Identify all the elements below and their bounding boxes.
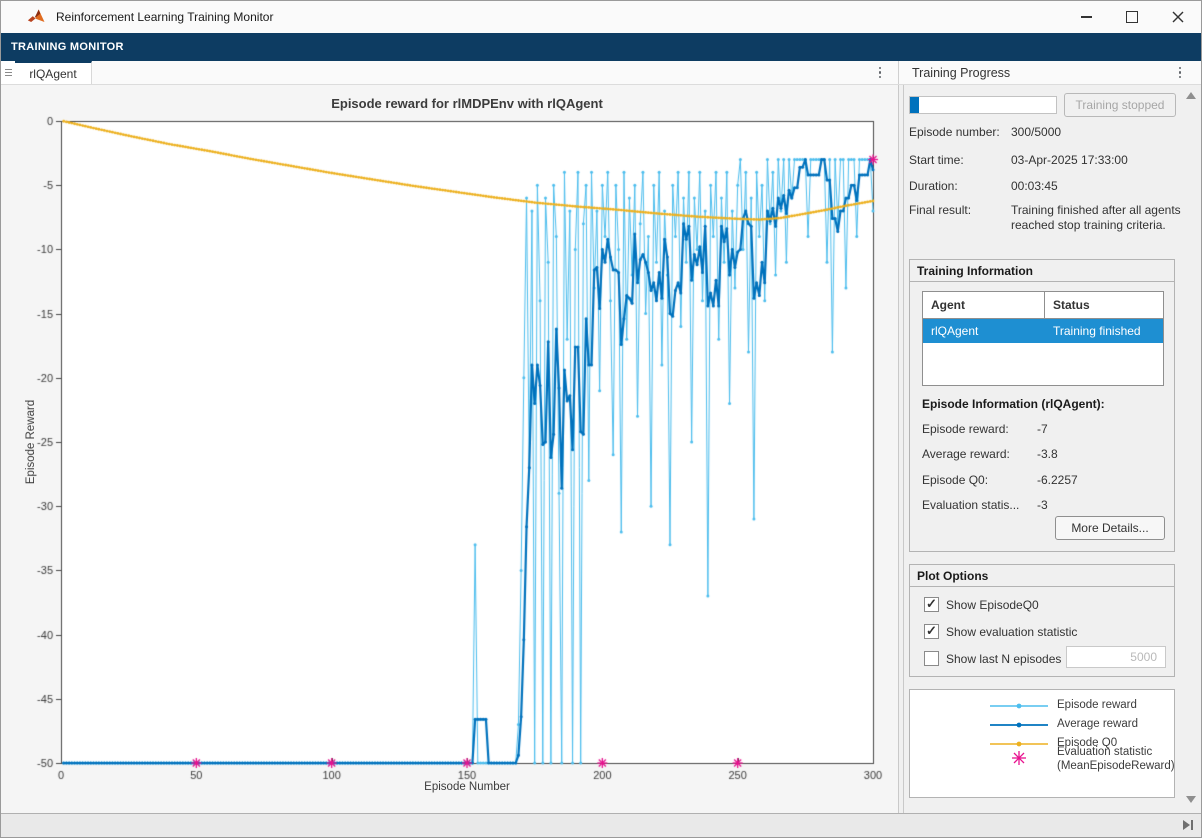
training-stopped-button[interactable]: Training stopped [1064, 93, 1176, 117]
agent-cell: rlQAgent [923, 319, 1045, 343]
training-progress-bar-fill [910, 97, 919, 113]
scroll-down-icon[interactable] [1186, 796, 1196, 803]
training-plot-canvas [1, 85, 898, 813]
average-reward-line-icon [990, 719, 1048, 731]
start-time-label: Start time: [909, 153, 964, 167]
final-result-value: Training finished after all agents reach… [1011, 203, 1189, 233]
more-details-button[interactable]: More Details... [1055, 516, 1165, 540]
maximize-icon [1126, 11, 1138, 23]
evaluation-statistic-asterisk-icon [1011, 750, 1027, 766]
episode-reward-value: -7 [1037, 422, 1048, 436]
evaluation-statistic-label: Evaluation statis... [922, 498, 1019, 512]
legend-label-evaluation-statistic-2: (MeanEpisodeReward) [1057, 760, 1175, 772]
panel-actions-icon[interactable] [1171, 61, 1189, 84]
status-bar [1, 813, 1201, 837]
plot-options-header: Plot Options [910, 565, 1174, 587]
duration-value: 00:03:45 [1011, 179, 1058, 193]
checkbox-show-evaluation-statistic[interactable] [924, 624, 939, 639]
episode-q0-line-icon [990, 738, 1048, 750]
evaluation-statistic-value: -3 [1037, 498, 1048, 512]
maximize-button[interactable] [1109, 1, 1155, 33]
x-axis-label: Episode Number [61, 781, 873, 793]
ribbon-tab-training-monitor[interactable]: TRAINING MONITOR [11, 41, 124, 53]
window-title: Reinforcement Learning Training Monitor [56, 10, 273, 24]
show-evaluation-statistic-label: Show evaluation statistic [946, 625, 1077, 639]
agent-status-table: Agent Status rlQAgent Training finished [922, 291, 1164, 386]
column-header-agent[interactable]: Agent [923, 292, 1045, 318]
training-progress-bar [909, 96, 1057, 114]
table-row[interactable]: rlQAgent Training finished [923, 319, 1163, 343]
show-last-n-episodes-label: Show last N episodes [946, 652, 1061, 666]
legend-entry-average-reward: Average reward [910, 717, 1174, 733]
show-episodeq0-label: Show EpisodeQ0 [946, 598, 1039, 612]
expand-panel-icon[interactable] [1181, 818, 1195, 832]
legend-box: Episode reward Average reward Episode Q0… [909, 689, 1175, 798]
show-last-n-episodes-option[interactable]: Show last N episodes [924, 651, 1061, 666]
status-cell: Training finished [1045, 319, 1163, 343]
episode-number-label: Episode number: [909, 125, 1000, 139]
checkbox-show-episodeq0[interactable] [924, 597, 939, 612]
title-bar: Reinforcement Learning Training Monitor [1, 1, 1201, 33]
training-information-header: Training Information [910, 260, 1174, 282]
episode-q0-label: Episode Q0: [922, 473, 988, 487]
training-progress-header-label: Training Progress [912, 66, 1010, 80]
minimize-button[interactable] [1063, 1, 1109, 33]
table-header-row: Agent Status [923, 292, 1163, 319]
tab-rlqagent[interactable]: rlQAgent [15, 61, 92, 84]
average-reward-label: Average reward: [922, 447, 1010, 461]
episode-reward-line-icon [990, 700, 1048, 712]
training-progress-panel: Training stopped Episode number: 300/500… [904, 85, 1201, 813]
checkbox-show-last-n-episodes[interactable] [924, 651, 939, 666]
close-icon [1172, 11, 1184, 23]
final-result-label: Final result: [909, 203, 971, 217]
start-time-value: 03-Apr-2025 17:33:00 [1011, 153, 1128, 167]
document-actions-icon[interactable] [871, 61, 889, 84]
figure-area: Episode reward for rlMDPEnv with rlQAgen… [1, 85, 898, 813]
show-episodeq0-option[interactable]: Show EpisodeQ0 [924, 597, 1039, 612]
tab-rlqagent-label: rlQAgent [29, 67, 76, 81]
column-header-status[interactable]: Status [1045, 292, 1163, 318]
n-episodes-input[interactable] [1066, 646, 1166, 668]
duration-label: Duration: [909, 179, 958, 193]
show-evaluation-statistic-option[interactable]: Show evaluation statistic [924, 624, 1077, 639]
episode-number-value: 300/5000 [1011, 125, 1061, 139]
episode-information-header: Episode Information (rlQAgent): [922, 397, 1105, 411]
scroll-up-icon[interactable] [1186, 92, 1196, 99]
window-controls [1063, 1, 1201, 33]
matlab-logo-icon [27, 8, 47, 26]
close-button[interactable] [1155, 1, 1201, 33]
y-axis-label: Episode Reward [25, 400, 37, 484]
legend-label-episode-reward: Episode reward [1057, 699, 1137, 711]
legend-label-average-reward: Average reward [1057, 718, 1138, 730]
app-window: Reinforcement Learning Training Monitor … [0, 0, 1202, 838]
episode-q0-value: -6.2257 [1037, 473, 1078, 487]
training-progress-header: Training Progress [899, 61, 1201, 84]
tab-strip: rlQAgent Training Progress [1, 61, 1201, 85]
tab-list-button[interactable] [1, 61, 16, 84]
episode-reward-label: Episode reward: [922, 422, 1009, 436]
average-reward-value: -3.8 [1037, 447, 1058, 461]
legend-label-evaluation-statistic: Evaluation statistic [1057, 746, 1152, 758]
minimize-icon [1081, 16, 1092, 18]
ribbon-bar: TRAINING MONITOR [1, 33, 1201, 61]
training-information-section: Training Information Agent Status rlQAge… [909, 259, 1175, 552]
chart-title: Episode reward for rlMDPEnv with rlQAgen… [61, 96, 873, 111]
plot-options-section: Plot Options Show EpisodeQ0 Show evaluat… [909, 564, 1175, 677]
legend-entry-episode-reward: Episode reward [910, 698, 1174, 714]
